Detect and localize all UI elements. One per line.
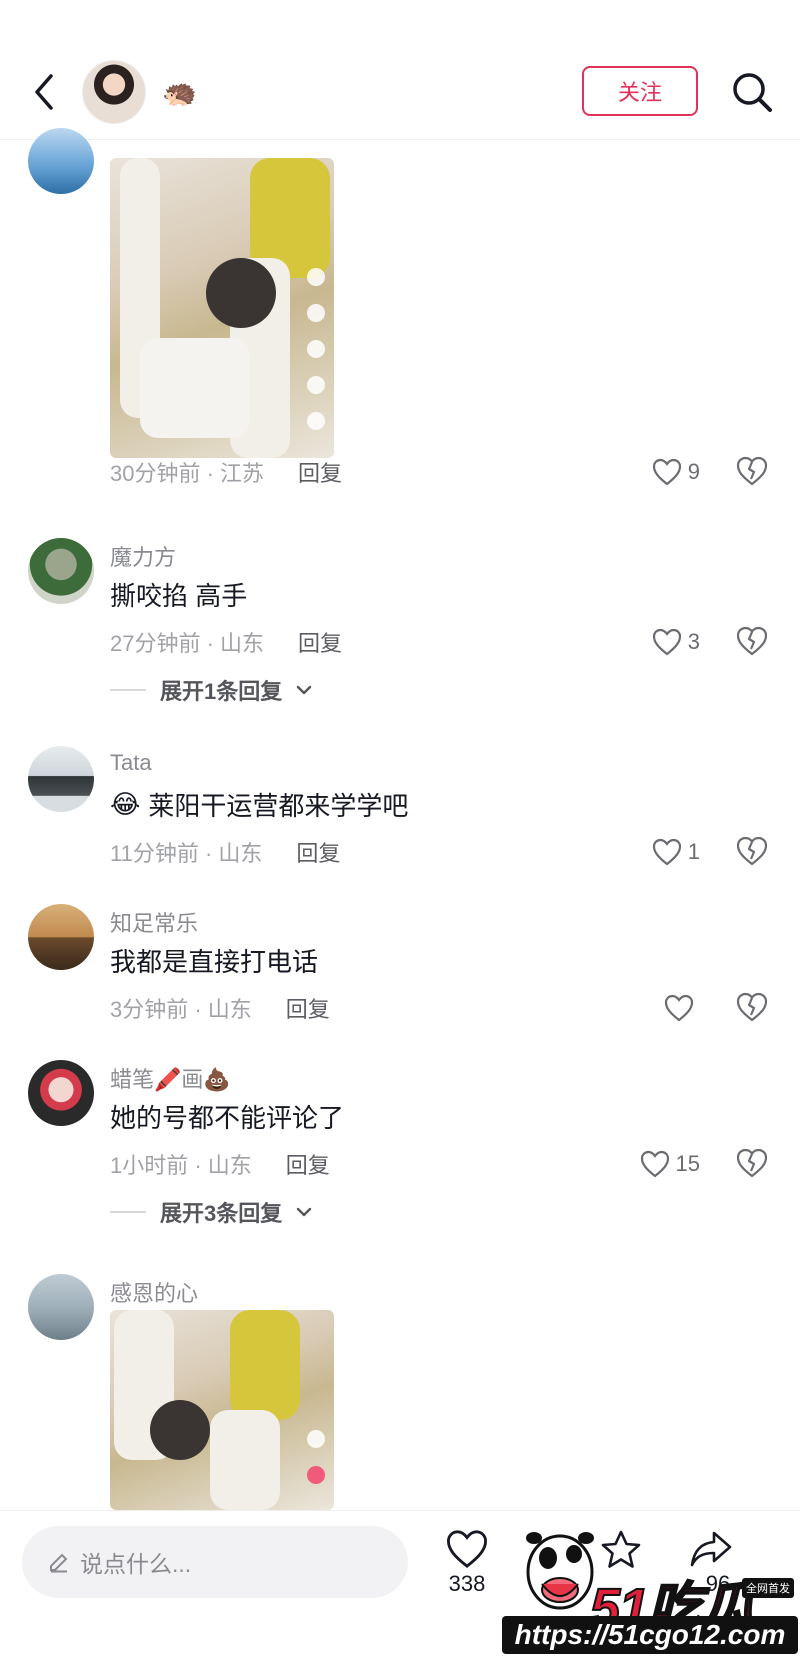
- dislike-button[interactable]: [736, 1148, 770, 1180]
- heart-outline-icon: [652, 458, 681, 486]
- comment-video-thumbnail[interactable]: [110, 1310, 334, 1510]
- expand-replies-label: 展开1条回复: [160, 679, 283, 704]
- comment-text: 她的号都不能评论了: [110, 1098, 344, 1135]
- divider-line: [110, 689, 146, 691]
- comment-meta: 3分钟前 · 山东 回复: [110, 992, 330, 1024]
- comment-text-content: 我都是直接打电话: [110, 947, 319, 977]
- comment-text: 😂 莱阳干运营都来学学吧: [110, 786, 408, 823]
- star-icon: [307, 376, 325, 394]
- reply-button[interactable]: 回复: [296, 836, 340, 868]
- watermark-url: https://51cgo12.com: [502, 1616, 798, 1654]
- comment-meta: 11分钟前 · 山东 回复: [110, 836, 340, 868]
- comment-text: 撕咬掐 高手: [110, 576, 247, 613]
- heart-outline-icon: [446, 1530, 488, 1568]
- expand-replies-label: 展开3条回复: [160, 1201, 283, 1226]
- dislike-button[interactable]: [736, 836, 770, 868]
- comment-text-content: 莱阳干运营都来学学吧: [148, 791, 409, 821]
- comment-text-content: 撕咬掐 高手: [110, 581, 248, 611]
- author-avatar[interactable]: [82, 60, 146, 124]
- dislike-button[interactable]: [736, 992, 770, 1024]
- back-button[interactable]: [24, 70, 64, 114]
- reply-button[interactable]: 回复: [286, 992, 330, 1024]
- chevron-down-icon: [297, 1207, 312, 1217]
- comment-time-location: 3分钟前 · 山东: [110, 997, 252, 1022]
- comment-input-placeholder: 说点什么...: [80, 1551, 192, 1577]
- top-bar: 🦔 关注: [0, 0, 800, 140]
- username[interactable]: 感恩的心: [110, 1276, 198, 1308]
- like-button[interactable]: 9: [652, 456, 700, 488]
- like-button[interactable]: 3: [652, 626, 700, 658]
- reply-button[interactable]: 回复: [298, 456, 342, 488]
- user-avatar[interactable]: [28, 746, 94, 812]
- heart-outline-icon: [652, 628, 681, 656]
- expand-replies-button[interactable]: 展开3条回复: [110, 1196, 312, 1228]
- broken-heart-icon: [736, 836, 768, 866]
- heart-icon: [307, 1466, 325, 1484]
- divider-line: [110, 1211, 146, 1213]
- heart-outline-icon: [640, 1150, 669, 1178]
- like-count: 3: [687, 629, 700, 654]
- video-side-actions: [304, 1430, 328, 1484]
- like-count: 1: [687, 839, 700, 864]
- user-avatar[interactable]: [28, 1274, 94, 1340]
- watermark-badge: 全网首发: [742, 1578, 794, 1598]
- broken-heart-icon: [736, 992, 768, 1022]
- user-avatar[interactable]: [28, 128, 94, 194]
- like-button[interactable]: 1: [652, 836, 700, 868]
- broken-heart-icon: [736, 1148, 768, 1178]
- share-icon: [307, 412, 325, 430]
- mascot-logo: [520, 1524, 600, 1616]
- user-avatar[interactable]: [28, 1060, 94, 1126]
- comment-time-location: 27分钟前 · 山东: [110, 631, 265, 656]
- video-side-actions: [304, 268, 328, 430]
- like-button[interactable]: [664, 992, 700, 1024]
- comment-icon: [307, 340, 325, 358]
- creator-avatar-icon: [307, 1430, 325, 1448]
- username[interactable]: Tata: [110, 750, 152, 776]
- comment-time-location: 30分钟前 · 江苏: [110, 461, 265, 486]
- laughing-emoji-icon: 😂: [110, 789, 141, 819]
- broken-heart-icon: [736, 456, 768, 486]
- search-icon: [733, 73, 772, 112]
- search-button[interactable]: [730, 70, 774, 114]
- comment-input[interactable]: 说点什么...: [22, 1526, 408, 1598]
- heart-icon: [307, 304, 325, 322]
- reply-button[interactable]: 回复: [286, 1148, 330, 1180]
- like-button[interactable]: 15: [640, 1148, 700, 1180]
- broken-heart-icon: [736, 626, 768, 656]
- dislike-button[interactable]: [736, 626, 770, 658]
- like-count: 9: [687, 459, 700, 484]
- dislike-button[interactable]: [736, 456, 770, 488]
- chevron-left-icon: [35, 74, 53, 110]
- comment-time-location: 1小时前 · 山东: [110, 1153, 252, 1178]
- comment-meta: 27分钟前 · 山东 回复: [110, 626, 342, 658]
- comment-video-thumbnail[interactable]: [110, 158, 334, 458]
- reply-button[interactable]: 回复: [298, 626, 342, 658]
- pencil-icon: [50, 1553, 68, 1573]
- heart-outline-icon: [652, 838, 681, 866]
- username[interactable]: 知足常乐: [110, 906, 198, 938]
- chevron-down-icon: [297, 685, 312, 695]
- comment-meta: 1小时前 · 山东 回复: [110, 1148, 330, 1180]
- user-avatar[interactable]: [28, 904, 94, 970]
- post-like-count: 338: [448, 1571, 486, 1596]
- creator-avatar-icon: [307, 268, 325, 286]
- author-name[interactable]: 🦔: [162, 78, 197, 108]
- username[interactable]: 魔力方: [110, 540, 176, 572]
- username[interactable]: 蜡笔🖍️画💩: [110, 1062, 231, 1094]
- comment-meta: 30分钟前 · 江苏 回复: [110, 456, 342, 488]
- comment-time-location: 11分钟前 · 山东: [110, 841, 263, 866]
- like-post-button[interactable]: 338: [432, 1529, 502, 1597]
- follow-button[interactable]: 关注: [582, 66, 698, 116]
- expand-replies-button[interactable]: 展开1条回复: [110, 674, 312, 706]
- like-count: 15: [675, 1151, 700, 1176]
- comment-text: 我都是直接打电话: [110, 942, 318, 979]
- user-avatar[interactable]: [28, 538, 94, 604]
- heart-outline-icon: [664, 994, 694, 1022]
- comment-text-content: 她的号都不能评论了: [110, 1103, 345, 1133]
